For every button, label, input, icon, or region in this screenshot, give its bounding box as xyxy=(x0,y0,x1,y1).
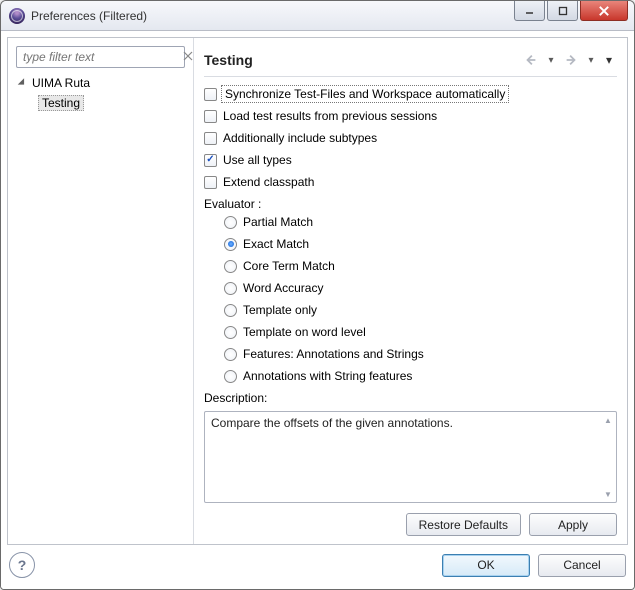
radio-icon[interactable] xyxy=(224,216,237,229)
evaluator-radio-group: Partial Match Exact Match Core Term Match W… xyxy=(204,213,617,385)
checkbox-icon[interactable] xyxy=(204,110,217,123)
close-button[interactable] xyxy=(580,1,628,21)
scroll-up-icon[interactable]: ▲ xyxy=(600,412,616,428)
description-area: Compare the offsets of the given annotat… xyxy=(204,411,617,503)
button-label: Apply xyxy=(558,518,588,532)
preference-page: Testing ▾ ▾ ▾ Synchronize Test-Fi xyxy=(194,38,627,544)
title-left: Preferences (Filtered) xyxy=(9,8,147,24)
radio-label: Features: Annotations and Strings xyxy=(243,347,424,361)
radio-icon[interactable] xyxy=(224,238,237,251)
view-menu-icon[interactable]: ▾ xyxy=(601,53,617,67)
cancel-button[interactable]: Cancel xyxy=(538,554,626,577)
radio-label: Word Accuracy xyxy=(243,281,323,295)
checkbox-row[interactable]: Additionally include subtypes xyxy=(204,129,617,147)
checkbox-icon[interactable] xyxy=(204,154,217,167)
footer-buttons: OK Cancel xyxy=(442,554,626,577)
titlebar[interactable]: Preferences (Filtered) xyxy=(1,1,634,31)
radio-row[interactable]: Template on word level xyxy=(224,323,617,341)
window-controls xyxy=(514,1,634,30)
checkbox-icon[interactable] xyxy=(204,88,217,101)
page-header: Testing ▾ ▾ ▾ xyxy=(204,46,617,74)
window-title: Preferences (Filtered) xyxy=(31,9,147,23)
page-title: Testing xyxy=(204,52,253,68)
scroll-down-icon[interactable]: ▼ xyxy=(600,486,616,502)
radio-row[interactable]: Core Term Match xyxy=(224,257,617,275)
apply-button[interactable]: Apply xyxy=(529,513,617,536)
checkbox-label: Extend classpath xyxy=(223,175,314,189)
radio-label: Annotations with String features xyxy=(243,369,412,383)
checkbox-row[interactable]: Load test results from previous sessions xyxy=(204,107,617,125)
category-tree: UIMA Ruta Testing xyxy=(16,74,185,112)
minimize-button[interactable] xyxy=(514,1,545,21)
checkbox-label: Use all types xyxy=(223,153,292,167)
radio-row[interactable]: Word Accuracy xyxy=(224,279,617,297)
radio-label: Core Term Match xyxy=(243,259,335,273)
radio-row[interactable]: Template only xyxy=(224,301,617,319)
dialog-body: UIMA Ruta Testing Testing ▾ xyxy=(1,31,634,589)
radio-row[interactable]: Annotations with String features xyxy=(224,367,617,385)
category-panel: UIMA Ruta Testing xyxy=(8,38,194,544)
button-label: Cancel xyxy=(563,558,600,572)
tree-item-testing[interactable]: Testing xyxy=(16,94,185,112)
checkbox-icon[interactable] xyxy=(204,132,217,145)
radio-label: Template on word level xyxy=(243,325,366,339)
radio-label: Template only xyxy=(243,303,317,317)
button-label: OK xyxy=(477,558,494,572)
app-icon xyxy=(9,8,25,24)
checkbox-label: Load test results from previous sessions xyxy=(223,109,437,123)
preferences-window: Preferences (Filtered) xyxy=(0,0,635,590)
dialog-footer: ? OK Cancel xyxy=(7,547,628,583)
radio-icon[interactable] xyxy=(224,370,237,383)
filter-input[interactable] xyxy=(21,49,182,65)
maximize-button[interactable] xyxy=(547,1,578,21)
radio-icon[interactable] xyxy=(224,282,237,295)
button-label: Restore Defaults xyxy=(419,518,508,532)
back-menu-icon[interactable]: ▾ xyxy=(543,55,559,66)
radio-icon[interactable] xyxy=(224,304,237,317)
page-button-row: Restore Defaults Apply xyxy=(204,503,617,536)
forward-button[interactable] xyxy=(561,51,581,69)
content-area: UIMA Ruta Testing Testing ▾ xyxy=(7,37,628,545)
tree-item-label: UIMA Ruta xyxy=(32,76,90,90)
forward-menu-icon[interactable]: ▾ xyxy=(583,55,599,66)
description-textarea[interactable]: Compare the offsets of the given annotat… xyxy=(204,411,617,503)
checkbox-label: Synchronize Test-Files and Workspace aut… xyxy=(223,87,507,101)
page-toolbar: ▾ ▾ ▾ xyxy=(521,51,617,69)
description-label: Description: xyxy=(204,391,617,405)
checkbox-row[interactable]: Synchronize Test-Files and Workspace aut… xyxy=(204,85,617,103)
scrollbar[interactable]: ▲ ▼ xyxy=(600,412,616,502)
radio-icon[interactable] xyxy=(224,326,237,339)
checkbox-label: Additionally include subtypes xyxy=(223,131,377,145)
tree-item-uima-ruta[interactable]: UIMA Ruta xyxy=(16,74,185,92)
filter-input-wrap[interactable] xyxy=(16,46,185,68)
radio-label: Partial Match xyxy=(243,215,313,229)
description-text: Compare the offsets of the given annotat… xyxy=(211,416,598,430)
radio-row[interactable]: Features: Annotations and Strings xyxy=(224,345,617,363)
expander-icon[interactable] xyxy=(18,77,30,89)
radio-row[interactable]: Partial Match xyxy=(224,213,617,231)
back-button[interactable] xyxy=(521,51,541,69)
checkbox-icon[interactable] xyxy=(204,176,217,189)
radio-icon[interactable] xyxy=(224,348,237,361)
radio-row[interactable]: Exact Match xyxy=(224,235,617,253)
evaluator-label: Evaluator : xyxy=(204,197,617,211)
radio-icon[interactable] xyxy=(224,260,237,273)
checkbox-row[interactable]: Extend classpath xyxy=(204,173,617,191)
help-button[interactable]: ? xyxy=(9,552,35,578)
checkbox-row[interactable]: Use all types xyxy=(204,151,617,169)
radio-label: Exact Match xyxy=(243,237,309,251)
tree-item-label: Testing xyxy=(38,95,84,111)
ok-button[interactable]: OK xyxy=(442,554,530,577)
clear-filter-icon[interactable] xyxy=(182,50,194,65)
restore-defaults-button[interactable]: Restore Defaults xyxy=(406,513,521,536)
checkbox-group: Synchronize Test-Files and Workspace aut… xyxy=(204,85,617,191)
separator xyxy=(204,76,617,77)
